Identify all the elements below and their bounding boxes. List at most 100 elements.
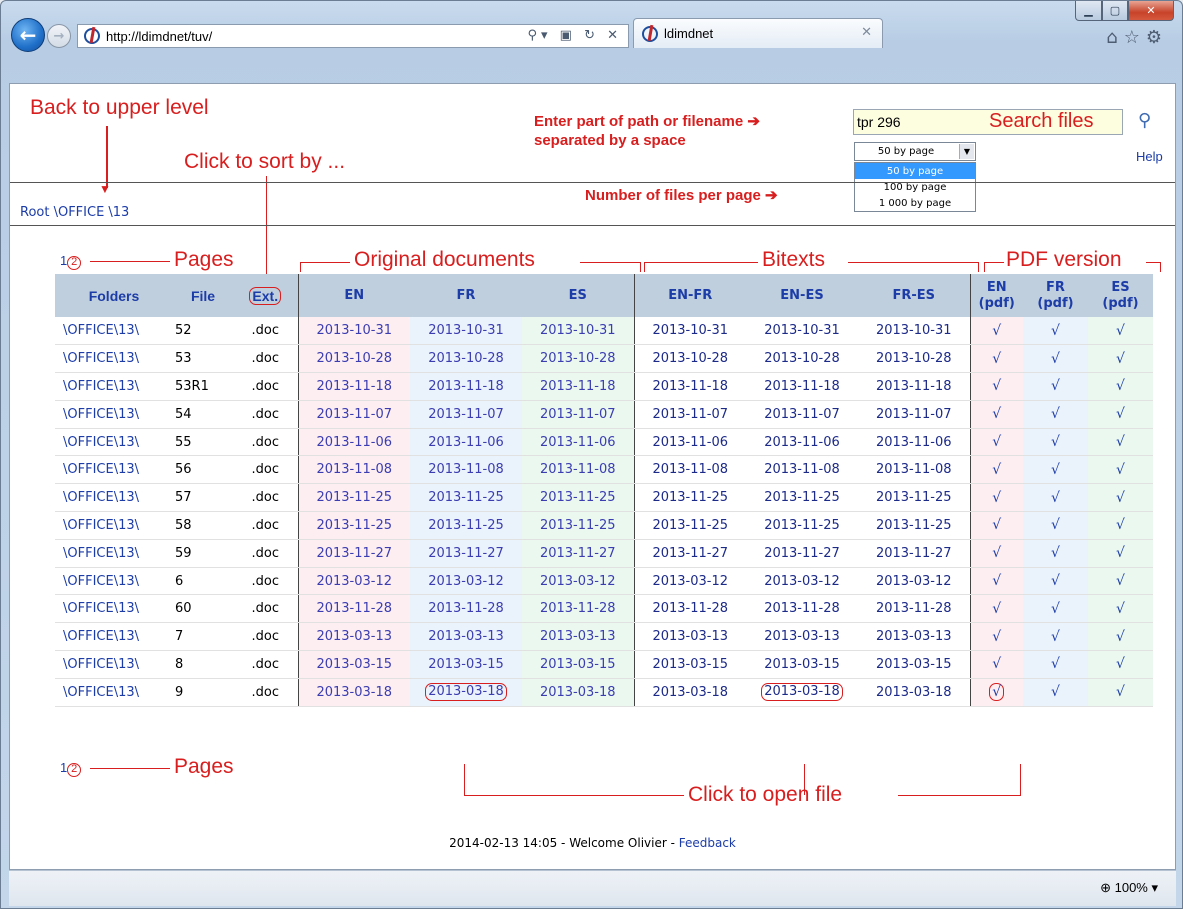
per-page-select[interactable]: 50 by page ▼ [854, 142, 976, 161]
column-header-en[interactable]: EN [297, 274, 410, 317]
cell-date-en-es[interactable]: 2013-11-18 [746, 372, 858, 401]
page-link-1[interactable]: 1 [60, 253, 67, 268]
cell-date-fr-es[interactable]: 2013-11-28 [858, 594, 970, 624]
column-header-en-fr[interactable]: EN-FR [633, 274, 746, 317]
column-header-fr-es[interactable]: FR-ES [858, 274, 970, 317]
cell-date-fr-es[interactable]: 2013-10-28 [858, 344, 970, 374]
cell-date-en[interactable]: 2013-11-07 [297, 400, 410, 429]
cell-pdf-en[interactable]: √ [969, 539, 1023, 568]
forward-button[interactable]: → [47, 24, 71, 48]
url-text[interactable]: http://ldimdnet/tuv/ [106, 29, 212, 44]
cell-pdf-en[interactable]: √ [969, 344, 1023, 374]
cell-date-fr[interactable]: 2013-11-07 [410, 400, 522, 429]
column-header-en-pdf[interactable]: EN (pdf) [969, 274, 1023, 317]
cell-date-es[interactable]: 2013-11-08 [522, 455, 634, 485]
cell-folder[interactable]: \OFFICE\13\ [55, 622, 173, 652]
cell-date-fr[interactable]: 2013-03-13 [410, 622, 522, 652]
cell-pdf-fr[interactable]: √ [1023, 428, 1088, 457]
cell-pdf-fr[interactable]: √ [1023, 400, 1088, 429]
cell-date-en[interactable]: 2013-10-28 [297, 344, 410, 374]
cell-date-es[interactable]: 2013-03-15 [522, 650, 634, 679]
cell-date-en[interactable]: 2013-11-27 [297, 539, 410, 568]
cell-folder[interactable]: \OFFICE\13\ [55, 455, 173, 485]
cell-date-en-es[interactable]: 2013-10-28 [746, 344, 858, 374]
cell-pdf-es[interactable]: √ [1088, 678, 1153, 707]
cell-date-es[interactable]: 2013-03-18 [522, 678, 634, 707]
cell-pdf-es[interactable]: √ [1088, 650, 1153, 679]
cell-date-en-fr[interactable]: 2013-10-28 [633, 344, 746, 374]
cell-pdf-es[interactable]: √ [1088, 372, 1153, 401]
cell-file[interactable]: 58 [173, 511, 233, 540]
cell-file[interactable]: 54 [173, 400, 233, 429]
tab-close-icon[interactable]: ✕ [861, 25, 872, 40]
cell-pdf-fr[interactable]: √ [1023, 678, 1088, 707]
cell-pdf-es[interactable]: √ [1088, 428, 1153, 457]
cell-date-fr[interactable]: 2013-11-08 [410, 455, 522, 485]
per-page-option-1000[interactable]: 1 000 by page [855, 195, 975, 211]
cell-date-en-es[interactable]: 2013-03-12 [746, 567, 858, 596]
cell-pdf-fr[interactable]: √ [1023, 539, 1088, 568]
cell-pdf-es[interactable]: √ [1088, 400, 1153, 429]
cell-date-fr-es[interactable]: 2013-11-18 [858, 372, 970, 401]
cell-date-en[interactable]: 2013-11-18 [297, 372, 410, 401]
cell-date-fr[interactable]: 2013-03-12 [410, 567, 522, 596]
favorites-star-icon[interactable]: ☆ [1124, 27, 1146, 48]
cell-pdf-en[interactable]: √ [969, 317, 1023, 346]
feedback-link[interactable]: Feedback [679, 836, 736, 850]
cell-date-fr[interactable]: 2013-11-06 [410, 428, 522, 457]
cell-date-en-es[interactable]: 2013-11-28 [746, 594, 858, 624]
cell-date-en[interactable]: 2013-11-25 [297, 483, 410, 513]
cell-date-es[interactable]: 2013-11-06 [522, 428, 634, 457]
cell-file[interactable]: 56 [173, 455, 233, 485]
cell-date-en-fr[interactable]: 2013-10-31 [633, 317, 746, 346]
cell-folder[interactable]: \OFFICE\13\ [55, 511, 173, 540]
cell-pdf-es[interactable]: √ [1088, 317, 1153, 346]
cell-date-en-fr[interactable]: 2013-03-13 [633, 622, 746, 652]
cell-folder[interactable]: \OFFICE\13\ [55, 594, 173, 624]
cell-date-es[interactable]: 2013-10-31 [522, 317, 634, 346]
cell-date-en-fr[interactable]: 2013-03-18 [633, 678, 746, 707]
cell-file[interactable]: 52 [173, 317, 233, 346]
cell-date-en-es[interactable]: 2013-11-25 [746, 483, 858, 513]
cell-pdf-en[interactable]: √ [969, 455, 1023, 485]
cell-date-fr[interactable]: 2013-10-31 [410, 317, 522, 346]
cell-date-fr-es[interactable]: 2013-10-31 [858, 317, 970, 346]
cell-date-fr-es[interactable]: 2013-11-27 [858, 539, 970, 568]
cell-pdf-en[interactable]: √ [969, 622, 1023, 652]
cell-date-fr[interactable]: 2013-11-18 [410, 372, 522, 401]
column-header-es-pdf[interactable]: ES (pdf) [1088, 274, 1153, 317]
cell-folder[interactable]: \OFFICE\13\ [55, 428, 173, 457]
cell-date-fr-es[interactable]: 2013-11-25 [858, 511, 970, 540]
cell-date-es[interactable]: 2013-10-28 [522, 344, 634, 374]
cell-date-fr[interactable]: 2013-11-27 [410, 539, 522, 568]
cell-folder[interactable]: \OFFICE\13\ [55, 539, 173, 568]
cell-pdf-es[interactable]: √ [1088, 511, 1153, 540]
cell-date-fr[interactable]: 2013-10-28 [410, 344, 522, 374]
cell-date-en-es[interactable]: 2013-03-18 [746, 678, 858, 707]
cell-date-en[interactable]: 2013-11-25 [297, 511, 410, 540]
cell-pdf-fr[interactable]: √ [1023, 483, 1088, 513]
cell-folder[interactable]: \OFFICE\13\ [55, 400, 173, 429]
help-link[interactable]: Help [1136, 149, 1163, 164]
home-icon[interactable]: ⌂ [1106, 27, 1123, 48]
cell-pdf-es[interactable]: √ [1088, 539, 1153, 568]
dropdown-arrow-icon[interactable]: ▼ [959, 144, 974, 159]
cell-pdf-fr[interactable]: √ [1023, 567, 1088, 596]
cell-date-en[interactable]: 2013-11-08 [297, 455, 410, 485]
cell-pdf-es[interactable]: √ [1088, 483, 1153, 513]
cell-date-es[interactable]: 2013-11-07 [522, 400, 634, 429]
cell-pdf-es[interactable]: √ [1088, 344, 1153, 374]
cell-pdf-es[interactable]: √ [1088, 622, 1153, 652]
cell-pdf-en[interactable]: √ [969, 678, 1023, 707]
cell-date-en-es[interactable]: 2013-11-07 [746, 400, 858, 429]
cell-date-en-es[interactable]: 2013-03-13 [746, 622, 858, 652]
cell-date-en-fr[interactable]: 2013-03-12 [633, 567, 746, 596]
address-bar[interactable]: http://ldimdnet/tuv/ ⚲▾ ▣ ↻ ✕ [77, 24, 629, 48]
cell-date-es[interactable]: 2013-03-12 [522, 567, 634, 596]
column-header-ext[interactable]: Ext. [233, 274, 298, 317]
cell-date-fr[interactable]: 2013-03-18 [410, 678, 522, 707]
cell-date-fr-es[interactable]: 2013-03-18 [858, 678, 970, 707]
cell-date-en-es[interactable]: 2013-11-25 [746, 511, 858, 540]
cell-pdf-en[interactable]: √ [969, 372, 1023, 401]
cell-pdf-fr[interactable]: √ [1023, 511, 1088, 540]
